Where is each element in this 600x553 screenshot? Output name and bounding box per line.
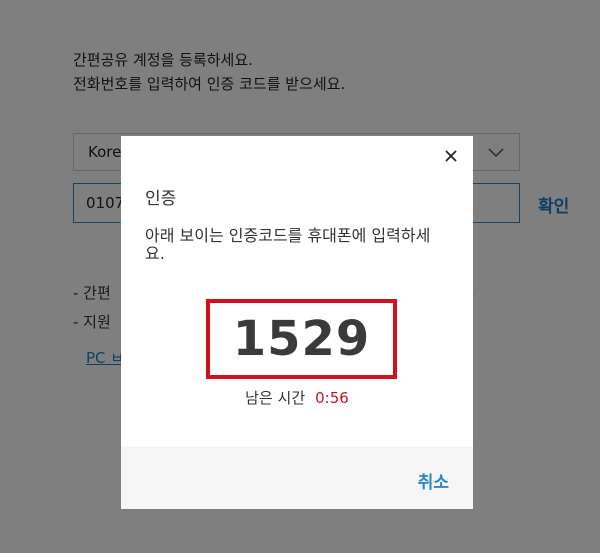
- dialog-title: 인증: [145, 189, 177, 209]
- close-icon[interactable]: [439, 144, 463, 168]
- verification-dialog: 인증 아래 보이는 인증코드를 휴대폰에 입력하세요. 1529 남은 시간 0:…: [121, 136, 473, 509]
- remaining-time: 남은 시간 0:56: [121, 387, 473, 408]
- cancel-button[interactable]: 취소: [418, 468, 449, 493]
- remaining-time-label: 남은 시간: [245, 389, 306, 407]
- dialog-description: 아래 보이는 인증코드를 휴대폰에 입력하세요.: [145, 226, 431, 263]
- verification-code: 1529: [206, 299, 397, 379]
- remaining-time-value: 0:56: [315, 389, 349, 407]
- dialog-footer: 취소: [121, 446, 473, 509]
